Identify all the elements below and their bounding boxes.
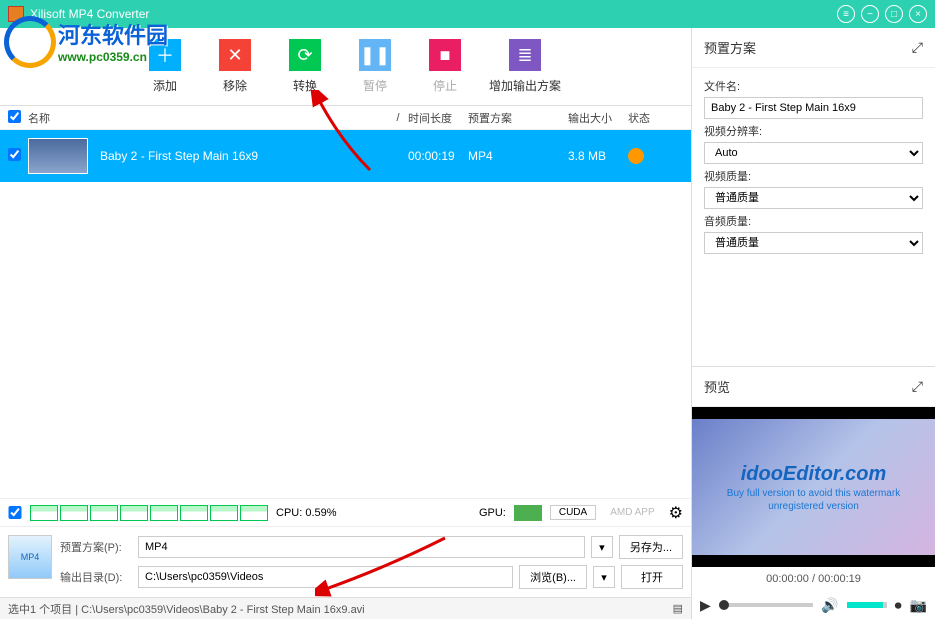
preview-watermark1: Buy full version to avoid this watermark	[727, 488, 900, 499]
preset-title: 预置方案	[704, 38, 756, 57]
preset-panel-header: 预置方案 ⤢	[692, 28, 935, 68]
col-status[interactable]: 状态	[628, 110, 658, 126]
browse-dropdown[interactable]: ▾	[593, 566, 615, 588]
maximize-btn[interactable]: □	[885, 5, 903, 23]
play-icon[interactable]: ▶	[700, 597, 711, 614]
row-profile: MP4	[468, 149, 568, 163]
row-checkbox[interactable]	[8, 148, 21, 161]
stop-icon: ■	[429, 39, 461, 71]
expand-icon[interactable]: ⤢	[912, 39, 923, 56]
profile-input[interactable]	[138, 536, 585, 558]
cuda-button[interactable]: CUDA	[550, 505, 596, 520]
add-profile-button[interactable]: ≣ 增加输出方案	[480, 39, 570, 94]
site-watermark: 河东软件园 www.pc0359.cn	[0, 12, 168, 70]
resolution-select[interactable]: Auto	[704, 142, 923, 164]
filename-input[interactable]	[704, 97, 923, 119]
amd-button[interactable]: AMD APP	[604, 506, 660, 519]
aquality-select[interactable]: 普通质量	[704, 232, 923, 254]
preview-logo: idooEditor.com	[741, 463, 887, 486]
close-btn[interactable]: ×	[909, 5, 927, 23]
preview-title: 预览	[704, 377, 730, 396]
preview-header: 预览 ⤢	[692, 367, 935, 407]
preview-expand-icon[interactable]: ⤢	[912, 378, 923, 395]
browse-button[interactable]: 浏览(B)...	[519, 565, 587, 589]
resolution-label: 视频分辨率:	[704, 123, 923, 139]
nvidia-icon	[514, 505, 542, 521]
list-header: 名称 / 时间长度 预置方案 输出大小 状态	[0, 106, 691, 130]
stop-button[interactable]: ■ 停止	[410, 39, 480, 94]
file-row[interactable]: Baby 2 - First Step Main 16x9 00:00:19 M…	[0, 130, 691, 182]
saveas-button[interactable]: 另存为...	[619, 535, 683, 559]
preview-watermark2: unregistered version	[768, 501, 859, 512]
cpu-usage: CPU: 0.59%	[276, 507, 337, 519]
status-text: 选中1 个项目 | C:\Users\pc0359\Videos\Baby 2 …	[8, 601, 365, 617]
vquality-select[interactable]: 普通质量	[704, 187, 923, 209]
clock-icon	[628, 148, 644, 164]
minimize-btn[interactable]: −	[861, 5, 879, 23]
layout-icon[interactable]: ▤	[673, 602, 683, 615]
x-icon: ✕	[219, 39, 251, 71]
perf-checkbox[interactable]	[8, 506, 22, 519]
col-size[interactable]: 输出大小	[568, 110, 628, 126]
gear-icon[interactable]: ⚙	[669, 503, 683, 523]
col-duration[interactable]: 时间长度	[408, 110, 468, 126]
dest-input[interactable]	[138, 566, 513, 588]
pause-button[interactable]: ❚❚ 暂停	[340, 39, 410, 94]
record-icon[interactable]: ⏺	[895, 597, 902, 614]
output-panel: MP4 预置方案(P): ▾ 另存为... 输出目录(D): 浏览(B)... …	[0, 526, 691, 597]
progress-slider[interactable]	[719, 603, 813, 607]
list-empty-area[interactable]	[0, 182, 691, 498]
dest-label: 输出目录(D):	[60, 569, 132, 585]
profile-label: 预置方案(P):	[60, 539, 132, 555]
refresh-icon: ⟳	[289, 39, 321, 71]
aquality-label: 音频质量:	[704, 213, 923, 229]
mp4-icon: MP4	[8, 535, 52, 579]
select-all-checkbox[interactable]	[8, 110, 21, 123]
col-name[interactable]: 名称	[28, 110, 388, 126]
gpu-label: GPU:	[479, 507, 506, 519]
row-filename: Baby 2 - First Step Main 16x9	[100, 149, 388, 163]
preview-video[interactable]: idooEditor.com Buy full version to avoid…	[692, 407, 935, 567]
camera-icon[interactable]: 📷	[910, 597, 927, 614]
row-size: 3.8 MB	[568, 149, 628, 163]
status-bar: 选中1 个项目 | C:\Users\pc0359\Videos\Baby 2 …	[0, 597, 691, 619]
convert-button[interactable]: ⟳ 转换	[270, 39, 340, 94]
preview-controls: ▶ 🔊 ⏺ 📷	[692, 591, 935, 619]
performance-bar: CPU: 0.59% GPU: CUDA AMD APP ⚙	[0, 498, 691, 526]
profile-dropdown[interactable]: ▾	[591, 536, 613, 558]
col-profile[interactable]: 预置方案	[468, 110, 568, 126]
cpu-cores	[30, 505, 268, 521]
preview-time: 00:00:00 / 00:00:19	[692, 567, 935, 591]
volume-icon[interactable]: 🔊	[821, 597, 838, 614]
filename-label: 文件名:	[704, 78, 923, 94]
pause-icon: ❚❚	[359, 39, 391, 71]
row-duration: 00:00:19	[408, 149, 468, 163]
volume-slider[interactable]	[847, 602, 887, 608]
open-button[interactable]: 打开	[621, 565, 683, 589]
remove-button[interactable]: ✕ 移除	[200, 39, 270, 94]
vquality-label: 视频质量:	[704, 168, 923, 184]
settings-btn[interactable]: ≡	[837, 5, 855, 23]
list-icon: ≣	[509, 39, 541, 71]
thumbnail	[28, 138, 88, 174]
